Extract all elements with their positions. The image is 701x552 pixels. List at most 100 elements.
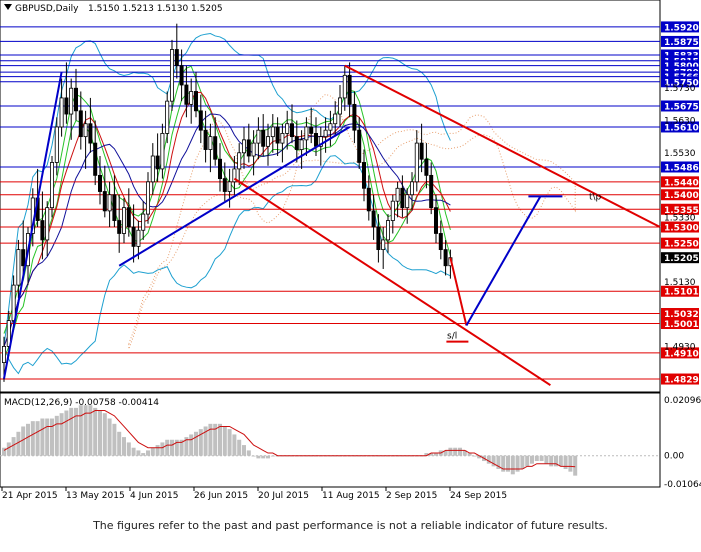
candle-body [131,226,136,247]
candle-body [54,126,59,163]
candle-body [241,139,246,154]
candle-body [93,142,98,176]
price-tag-label: 1.5101 [664,288,699,298]
price-tag-20: 1.4829 [661,373,699,386]
candle-body [45,207,50,241]
y-tick-label: 1.5530 [664,149,696,159]
macd-histogram-bar [26,423,30,456]
macd-histogram-bar [568,455,573,472]
price-tag-label: 1.5300 [664,224,699,234]
candle-body [150,155,155,183]
candle-body [357,129,362,163]
candle-body [376,226,381,251]
macd-histogram-bar [126,442,131,456]
macd-histogram-bar [227,429,232,456]
macd-histogram-bar [93,407,98,456]
candle-body [309,126,314,134]
y-tick-label: 1.5130 [664,278,696,288]
candle-body [294,136,299,150]
candle-body [275,126,280,144]
candle-body [21,249,26,267]
candle-body [395,187,400,202]
macd-histogram-bar [453,447,458,456]
price-tag-label: 1.5400 [664,191,699,201]
current-price-label: 1.5205 [664,254,699,264]
macd-histogram-bar [102,413,107,456]
candle-body [409,181,414,196]
candle-body [40,220,45,241]
candle-body [299,139,304,150]
macd-histogram-bar [558,455,563,467]
candle-body [261,129,266,147]
stop-loss-annotation: s/l [447,332,457,342]
y-tick-label: 1.5630 [664,117,696,127]
macd-histogram-bar [270,455,275,457]
candle-body [69,87,74,115]
macd-y-tick-label: -0.01064 [664,480,701,490]
y-tick-label: 1.5730 [664,84,696,94]
candle-body [78,110,83,138]
macd-histogram-bar [194,431,198,456]
chart-area: 1.59201.58751.58331.58151.58001.57801.57… [0,0,701,501]
candle-body [256,129,261,144]
x-tick-label: 20 Jul 2015 [258,491,309,501]
candle-body [361,162,366,189]
price-tag-label: 1.5486 [664,163,699,173]
macd-histogram-bar [45,418,50,456]
candle-body [184,84,189,105]
candle-body [438,233,443,251]
macd-histogram-bar [40,418,45,456]
macd-histogram-bar [170,439,174,456]
candle-body [217,158,222,180]
candle-body [193,91,198,112]
macd-histogram-bar [69,407,74,456]
candle-body [112,194,117,221]
macd-histogram-bar [261,455,266,459]
price-tag-1: 1.5875 [661,35,699,48]
price-tag-11: 1.5440 [661,176,699,188]
x-tick-label: 26 Jun 2015 [194,491,248,501]
macd-histogram-bar [246,450,251,456]
current-price-tag: 1.5205 [661,252,699,264]
macd-histogram-bar [458,447,462,456]
candle-body [265,136,270,147]
chart-header-symbol: GBPUSD,Daily [15,4,79,14]
macd-histogram-bar [155,445,160,456]
candle-body [328,123,333,131]
candle-body [213,136,218,160]
candle-body [50,162,55,209]
macd-histogram-bar [208,423,213,456]
candle-body [2,346,7,363]
price-tag-label: 1.5920 [664,23,699,33]
macd-histogram-bar [150,447,155,456]
candle-body [208,136,213,150]
macd-histogram-bar [251,455,256,457]
candle-body [98,174,103,192]
candle-body [251,142,256,157]
candle-body [122,207,127,234]
price-tag-label: 1.5675 [664,102,699,112]
price-tags: 1.59201.58751.58331.58151.58001.57801.57… [661,21,699,386]
candle-body [16,249,21,286]
candle-body [337,97,342,115]
macd-histogram-bar [146,450,150,456]
macd-histogram-bar [237,439,242,456]
macd-histogram-bar [563,455,568,470]
macd-title: MACD(12,26,9) -0.00758 -0.00414 [4,398,159,408]
price-tag-label: 1.5875 [664,38,699,48]
candle-body [136,229,141,247]
candle-body [280,133,285,144]
candle-body [419,142,424,160]
candle-body [347,74,352,105]
candle-body [74,87,79,112]
macd-histogram-bar [520,455,525,470]
candle-body [59,97,64,128]
candle-body [285,123,290,134]
candle-body [433,207,438,234]
macd-histogram-bar [78,405,83,456]
macd-histogram-bar [165,439,170,456]
macd-histogram-bar [64,410,69,456]
x-tick-label: 24 Sep 2015 [450,491,507,501]
macd-histogram-bar [74,407,78,456]
macd-histogram-bar [222,426,227,456]
